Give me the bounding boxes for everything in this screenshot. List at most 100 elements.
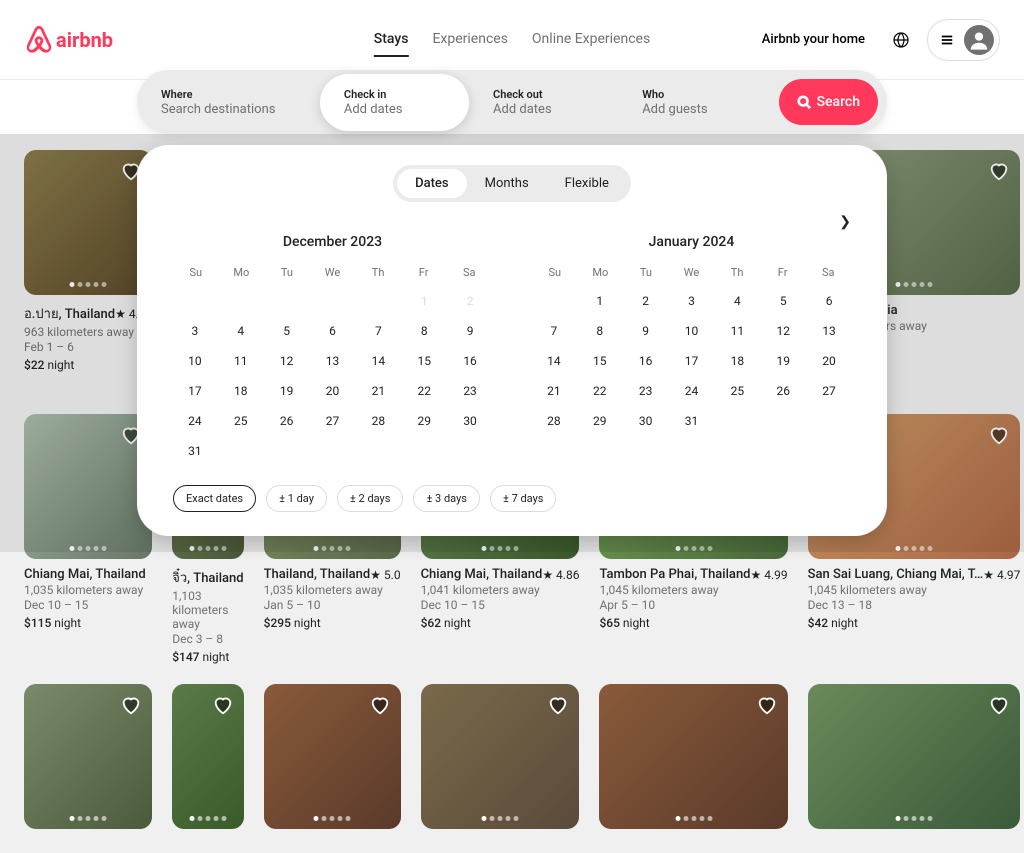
calendar-day[interactable]: 1 [578,287,622,315]
calendar-day[interactable]: 16 [448,347,492,375]
flex-pill[interactable]: Exact dates [173,485,256,512]
calendar-day[interactable]: 23 [448,377,492,405]
logo[interactable]: airbnb [24,25,113,55]
calendar-day[interactable]: 11 [715,317,759,345]
calendar-day[interactable]: 23 [624,377,668,405]
calendar-day[interactable]: 22 [578,377,622,405]
tab-online-experiences[interactable]: Online Experiences [532,23,650,57]
calendar-day[interactable]: 14 [356,347,400,375]
calendar-day[interactable]: 13 [311,347,355,375]
calendar-day[interactable]: 4 [219,317,263,345]
calendar-day[interactable]: 29 [578,407,622,435]
calendar-day[interactable]: 9 [448,317,492,345]
calendar-day[interactable]: 12 [761,317,805,345]
heart-icon[interactable] [369,694,391,719]
calendar-day[interactable]: 5 [265,317,309,345]
search-who[interactable]: Who Add guests [618,74,778,131]
calendar-next-icon[interactable]: ❯ [839,214,851,230]
search-checkin[interactable]: Check in Add dates [320,74,469,131]
calendar-day[interactable]: 21 [532,377,576,405]
search-where[interactable]: Where Search destinations [137,74,320,131]
search-checkout[interactable]: Check out Add dates [469,74,618,131]
calendar-day[interactable]: 3 [173,317,217,345]
flex-pill[interactable]: ± 7 days [490,485,557,512]
calendar-day[interactable]: 26 [761,377,805,405]
calendar-day[interactable]: 17 [173,377,217,405]
calendar-day[interactable]: 12 [265,347,309,375]
tab-stays[interactable]: Stays [374,23,409,57]
listing-card[interactable] [24,684,152,837]
listing-image[interactable] [808,684,1021,829]
calendar-day[interactable]: 28 [356,407,400,435]
calendar-day[interactable]: 13 [807,317,851,345]
listing-image[interactable] [264,684,401,829]
calendar-day[interactable]: 8 [578,317,622,345]
checkout-value: Add dates [493,102,594,117]
calendar-day[interactable]: 15 [402,347,446,375]
calendar-day[interactable]: 24 [173,407,217,435]
calendar-day[interactable]: 28 [532,407,576,435]
calendar-day[interactable]: 15 [578,347,622,375]
listing-card[interactable] [599,684,787,837]
listing-card[interactable] [808,684,1021,837]
listing-image[interactable] [24,684,152,829]
calendar-day[interactable]: 10 [670,317,714,345]
calendar-day[interactable]: 27 [807,377,851,405]
calendar-day[interactable]: 14 [532,347,576,375]
user-menu[interactable] [927,19,1000,61]
calendar-day[interactable]: 17 [670,347,714,375]
heart-icon[interactable] [988,694,1010,719]
tab-experiences[interactable]: Experiences [432,23,507,57]
calendar-day[interactable]: 7 [356,317,400,345]
heart-icon[interactable] [756,694,778,719]
calendar-day[interactable]: 19 [265,377,309,405]
heart-icon[interactable] [120,694,142,719]
calendar-day[interactable]: 30 [624,407,668,435]
calendar-day[interactable]: 3 [670,287,714,315]
calendar-day[interactable]: 25 [219,407,263,435]
heart-icon[interactable] [212,694,234,719]
host-link[interactable]: Airbnb your home [752,22,875,57]
calendar-day[interactable]: 31 [173,437,217,465]
calendar-day[interactable]: 22 [402,377,446,405]
calendar-day[interactable]: 5 [761,287,805,315]
calendar-day[interactable]: 2 [624,287,668,315]
heart-icon[interactable] [547,694,569,719]
globe-icon[interactable] [883,22,919,58]
listing-image[interactable] [421,684,580,829]
listing-card[interactable] [264,684,401,837]
calendar-day[interactable]: 18 [219,377,263,405]
calendar-day[interactable]: 20 [807,347,851,375]
flex-pill[interactable]: ± 1 day [266,485,327,512]
calendar-day[interactable]: 10 [173,347,217,375]
search-button[interactable]: Search [779,79,878,125]
flex-pill[interactable]: ± 2 days [337,485,404,512]
calendar-day[interactable]: 7 [532,317,576,345]
calendar-day[interactable]: 27 [311,407,355,435]
listing-image[interactable] [172,684,243,829]
cal-tab-dates[interactable]: Dates [397,169,466,198]
calendar-day[interactable]: 16 [624,347,668,375]
calendar-day[interactable]: 31 [670,407,714,435]
calendar-day[interactable]: 8 [402,317,446,345]
calendar-day[interactable]: 25 [715,377,759,405]
cal-tab-months[interactable]: Months [467,169,547,198]
calendar-day[interactable]: 18 [715,347,759,375]
calendar-day[interactable]: 26 [265,407,309,435]
calendar-day[interactable]: 19 [761,347,805,375]
listing-card[interactable] [421,684,580,837]
calendar-day[interactable]: 6 [807,287,851,315]
cal-tab-flexible[interactable]: Flexible [547,169,627,198]
calendar-day[interactable]: 11 [219,347,263,375]
listing-card[interactable] [172,684,243,837]
calendar-day[interactable]: 4 [715,287,759,315]
listing-image[interactable] [599,684,787,829]
calendar-day[interactable]: 21 [356,377,400,405]
calendar-day[interactable]: 29 [402,407,446,435]
calendar-day[interactable]: 6 [311,317,355,345]
calendar-day[interactable]: 30 [448,407,492,435]
calendar-day[interactable]: 20 [311,377,355,405]
calendar-day[interactable]: 24 [670,377,714,405]
calendar-day[interactable]: 9 [624,317,668,345]
flex-pill[interactable]: ± 3 days [413,485,480,512]
